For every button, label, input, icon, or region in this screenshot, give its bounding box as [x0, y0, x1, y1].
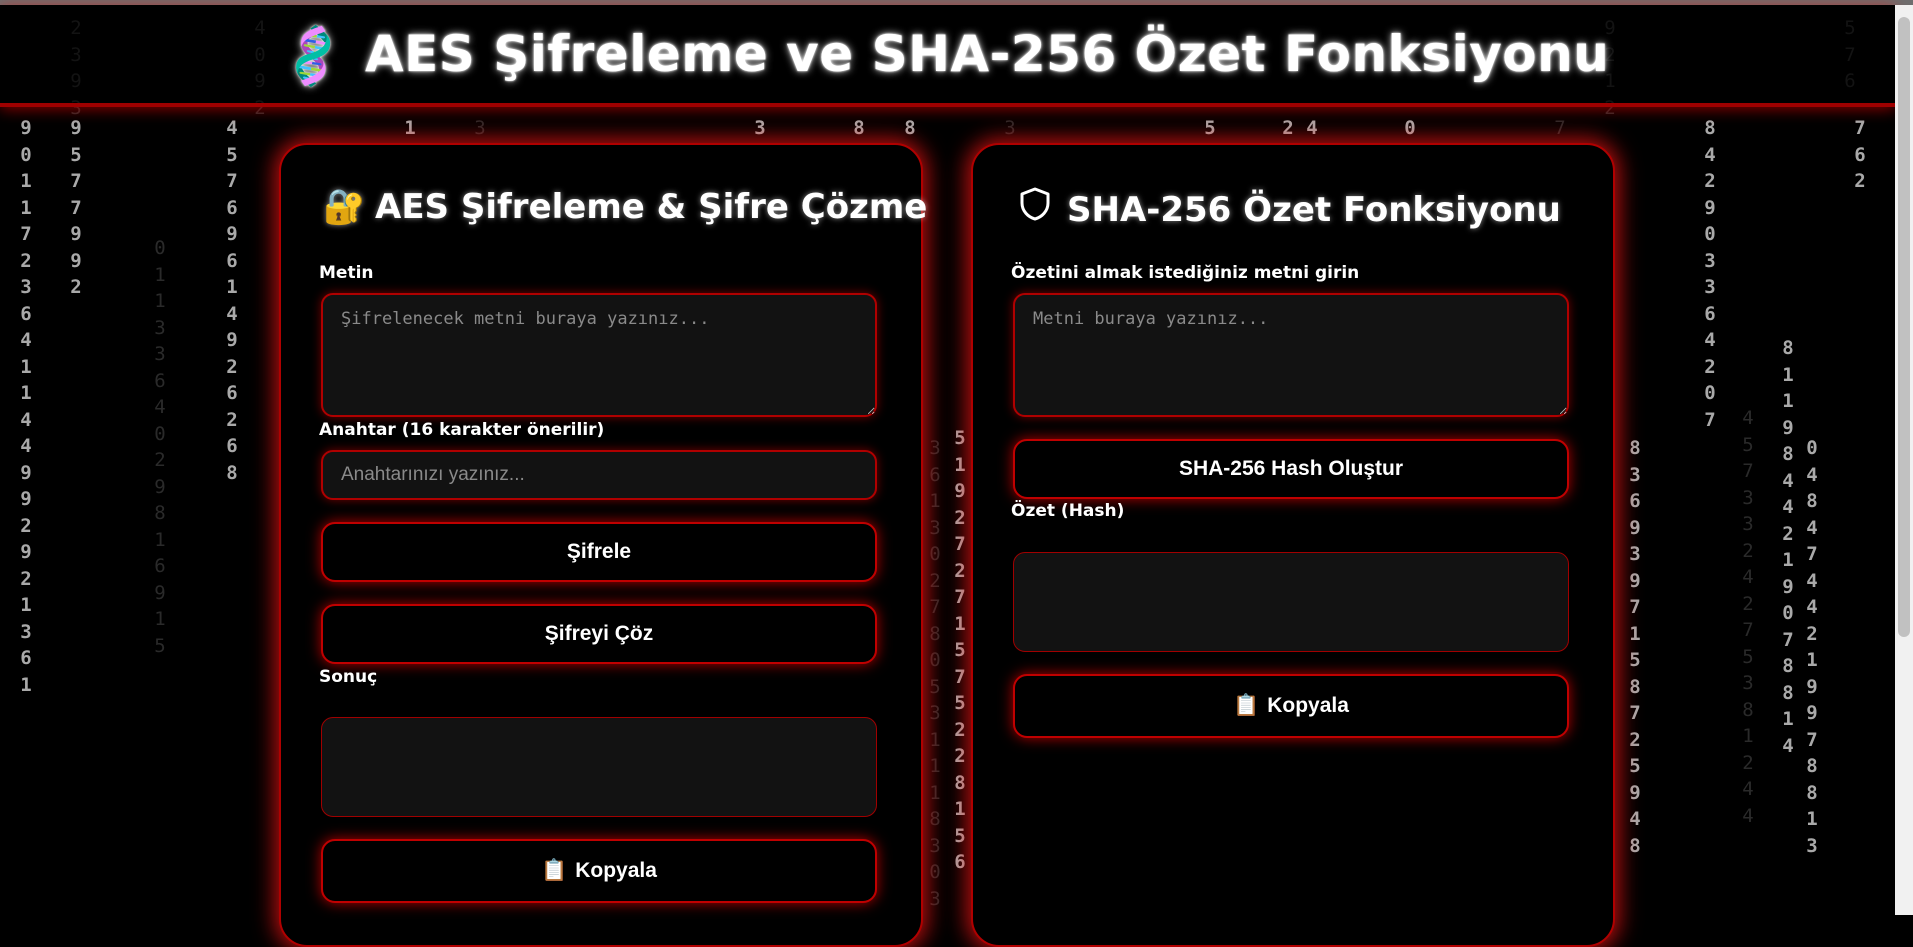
sha-hash-label: Özet (Hash): [1011, 501, 1125, 521]
page-scrollbar[interactable]: [1895, 5, 1913, 915]
shield-icon: [1015, 187, 1055, 230]
aes-card-title: 🔐 AES Şifreleme & Şifre Çözme: [323, 187, 927, 227]
lock-key-icon: 🔐: [323, 187, 366, 227]
page-title: 🧬 AES Şifreleme ve SHA-256 Özet Fonksiyon…: [0, 5, 1895, 93]
aes-result-output[interactable]: [321, 717, 877, 817]
clipboard-icon: 📋: [541, 859, 568, 882]
sha-card-title: SHA-256 Özet Fonksiyonu: [1015, 187, 1561, 230]
aes-key-label: Anahtar (16 karakter önerilir): [319, 420, 605, 440]
sha-card: SHA-256 Özet Fonksiyonu Özetini almak is…: [971, 143, 1615, 947]
aes-copy-button[interactable]: 📋 Kopyala: [321, 839, 877, 903]
sha-copy-button[interactable]: 📋 Kopyala: [1013, 674, 1569, 738]
dna-icon: 🧬: [276, 19, 351, 94]
clipboard-icon: 📋: [1233, 694, 1260, 717]
sha-hash-button[interactable]: SHA-256 Hash Oluştur: [1013, 439, 1569, 499]
aes-text-label: Metin: [319, 263, 374, 283]
page-title-text: AES Şifreleme ve SHA-256 Özet Fonksiyonu: [364, 25, 1610, 83]
sha-text-input[interactable]: [1013, 293, 1569, 417]
sha-title-text: SHA-256 Özet Fonksiyonu: [1067, 190, 1561, 230]
scrollbar-thumb[interactable]: [1898, 17, 1910, 637]
encrypt-button[interactable]: Şifrele: [321, 522, 877, 582]
aes-copy-label: Kopyala: [575, 859, 657, 882]
decrypt-button[interactable]: Şifreyi Çöz: [321, 604, 877, 664]
sha-copy-label: Kopyala: [1267, 694, 1349, 717]
sha-text-label: Özetini almak istediğiniz metni girin: [1011, 263, 1360, 283]
page-header: 🧬 AES Şifreleme ve SHA-256 Özet Fonksiyon…: [0, 5, 1895, 107]
aes-text-input[interactable]: [321, 293, 877, 417]
aes-result-label: Sonuç: [319, 667, 378, 687]
aes-card: 🔐AES Şifreleme & Şifre Çözme Metin Anaht…: [279, 143, 927, 947]
aes-title-text: AES Şifreleme & Şifre Çözme: [375, 187, 928, 227]
aes-key-input[interactable]: [321, 450, 877, 500]
sha-hash-output[interactable]: [1013, 552, 1569, 652]
